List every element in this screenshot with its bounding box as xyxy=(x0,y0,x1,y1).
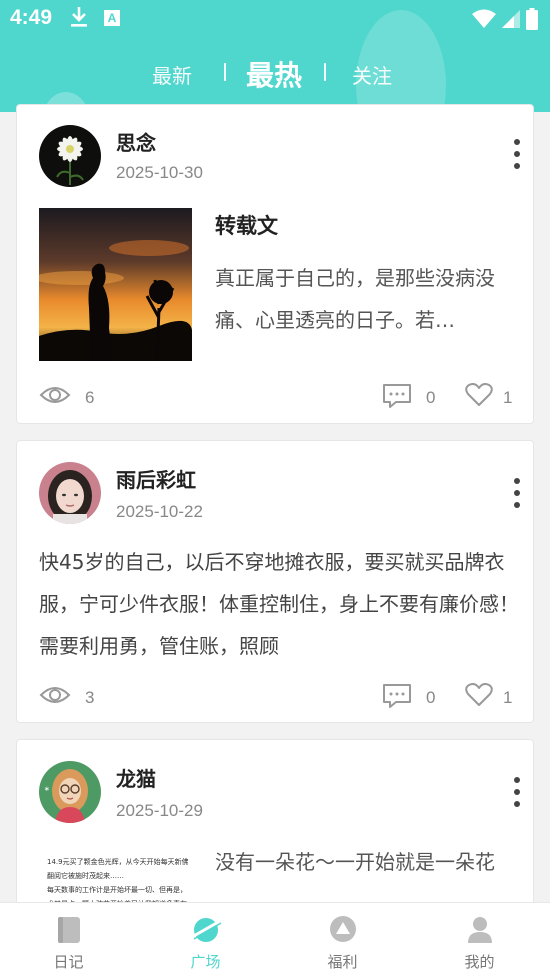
wifi-icon xyxy=(472,9,496,33)
header: 4:49 A 最新 最热 关注 xyxy=(0,0,550,112)
post-thumbnail[interactable] xyxy=(39,208,192,361)
status-bar: 4:49 A xyxy=(0,0,550,38)
thumbnail-text-line: 14.9元买了颗金色光辉，从今天开始每天新佛 xyxy=(47,858,188,866)
post-date: 2025-10-30 xyxy=(116,163,203,182)
post-title[interactable]: 转载文 xyxy=(215,210,278,240)
nav-profile[interactable]: 我的 xyxy=(411,903,548,979)
comments-count: 0 xyxy=(426,688,436,707)
status-time: 4:49 xyxy=(10,6,53,29)
views-icon xyxy=(39,383,71,411)
post-author[interactable]: 雨后彩虹 xyxy=(116,464,196,493)
nav-label: 日记 xyxy=(53,953,84,971)
post-date: 2025-10-22 xyxy=(116,502,203,521)
post-date: 2025-10-29 xyxy=(116,801,203,820)
avatar[interactable]: ∗ xyxy=(39,761,101,823)
nav-square[interactable]: 广场 xyxy=(137,903,274,979)
status-right xyxy=(472,8,538,34)
more-options-icon[interactable] xyxy=(511,777,523,813)
profile-icon xyxy=(467,915,493,949)
welfare-icon xyxy=(329,915,357,947)
feed-tabs: 最新 最热 关注 xyxy=(0,50,550,94)
views-count: 6 xyxy=(85,388,95,407)
nav-label: 我的 xyxy=(464,953,495,971)
tab-hottest[interactable]: 最热 xyxy=(246,54,302,94)
avatar[interactable] xyxy=(39,125,101,187)
tab-divider xyxy=(324,63,326,81)
avatar[interactable] xyxy=(39,462,101,524)
likes-count: 1 xyxy=(503,688,513,707)
tab-following[interactable]: 关注 xyxy=(352,60,392,89)
thumbnail-text-line: 翻阅它被施时茂起来…… xyxy=(47,872,124,880)
views-icon xyxy=(39,683,71,711)
nav-label: 福利 xyxy=(327,953,358,971)
post-card[interactable]: 雨后彩虹 2025-10-22 快45岁的自己，以后不穿地摊衣服，要买就买品牌衣… xyxy=(16,440,534,723)
post-stats: 6 0 1 xyxy=(17,383,533,413)
more-options-icon[interactable] xyxy=(511,478,523,514)
bottom-nav: 日记 广场 福利 我的 xyxy=(0,902,550,979)
post-stats: 3 0 1 xyxy=(17,683,533,713)
nav-diary[interactable]: 日记 xyxy=(0,903,137,979)
comment-icon[interactable] xyxy=(382,383,412,413)
likes-count: 1 xyxy=(503,388,513,407)
post-author[interactable]: 思念 xyxy=(116,127,156,156)
tab-latest[interactable]: 最新 xyxy=(152,60,192,89)
comment-icon[interactable] xyxy=(382,683,412,713)
post-excerpt[interactable]: 真正属于自己的，是那些没病没痛、心里透亮的日子。若… xyxy=(215,257,520,341)
nav-welfare[interactable]: 福利 xyxy=(274,903,411,979)
diary-icon xyxy=(56,915,82,949)
thumbnail-text-line: 每天数事的工作计是开始坏最一切、但再是， xyxy=(47,886,187,894)
tab-divider xyxy=(224,63,226,81)
comments-count: 0 xyxy=(426,388,436,407)
download-icon xyxy=(70,6,88,32)
notification-app-icon: A xyxy=(104,10,120,26)
nav-label: 广场 xyxy=(190,953,221,971)
like-icon[interactable] xyxy=(465,683,493,711)
views-count: 3 xyxy=(85,688,95,707)
svg-text:∗: ∗ xyxy=(44,785,50,793)
battery-icon xyxy=(526,8,538,34)
signal-icon xyxy=(502,9,520,33)
like-icon[interactable] xyxy=(465,383,493,411)
post-text[interactable]: 快45岁的自己，以后不穿地摊衣服，要买就买品牌衣服，宁可少件衣服！体重控制住，身… xyxy=(39,541,519,667)
more-options-icon[interactable] xyxy=(511,139,523,175)
planet-icon xyxy=(190,915,222,949)
post-author[interactable]: 龙猫 xyxy=(116,763,156,792)
post-card[interactable]: 思念 2025-10-30 转载文 真正属于自己的，是那些没病没痛、心里透亮的日… xyxy=(16,104,534,424)
